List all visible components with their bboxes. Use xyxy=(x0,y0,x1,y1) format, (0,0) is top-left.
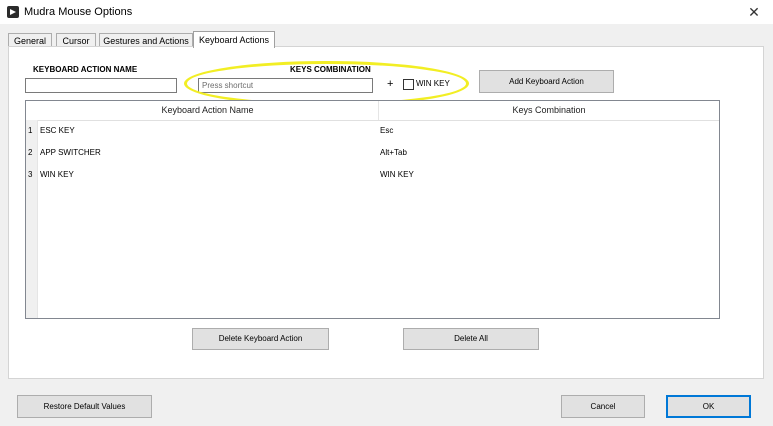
ok-button[interactable]: OK xyxy=(666,395,751,418)
row-number: 1 xyxy=(28,126,33,135)
row-action-name: WIN KEY xyxy=(40,170,74,179)
tab-keyboard-actions[interactable]: Keyboard Actions xyxy=(193,31,275,48)
delete-all-button[interactable]: Delete All xyxy=(403,328,539,350)
row-action-name: APP SWITCHER xyxy=(40,148,101,157)
action-name-input[interactable] xyxy=(25,78,177,93)
delete-keyboard-action-label: Delete Keyboard Action xyxy=(218,334,303,343)
shortcut-input[interactable]: Press shortcut xyxy=(198,78,373,93)
add-keyboard-action-button[interactable]: Add Keyboard Action xyxy=(479,70,614,93)
delete-all-label: Delete All xyxy=(454,334,488,343)
plus-sign: + xyxy=(387,78,394,90)
app-logo-icon xyxy=(7,6,19,18)
row-number: 3 xyxy=(28,170,33,179)
keys-combination-label: KEYS COMBINATION xyxy=(290,65,371,74)
cancel-button[interactable]: Cancel xyxy=(561,395,645,418)
window-title: Mudra Mouse Options xyxy=(24,6,133,18)
table-row[interactable]: 1 ESC KEY Esc xyxy=(26,120,719,142)
add-keyboard-action-label: Add Keyboard Action xyxy=(509,77,584,86)
keyboard-actions-table[interactable]: Keyboard Action Name Keys Combination 1 … xyxy=(25,100,720,319)
row-action-name: ESC KEY xyxy=(40,126,75,135)
row-keys-combination: Alt+Tab xyxy=(380,148,407,157)
row-keys-combination: Esc xyxy=(380,126,394,135)
ok-label: OK xyxy=(702,402,715,411)
title-bar: Mudra Mouse Options ✕ xyxy=(0,0,773,24)
close-icon[interactable]: ✕ xyxy=(738,2,770,22)
win-key-label: WIN KEY xyxy=(416,79,450,88)
action-name-label: KEYBOARD ACTION NAME xyxy=(33,65,138,74)
row-keys-combination: WIN KEY xyxy=(380,170,414,179)
column-header-keys-combination[interactable]: Keys Combination xyxy=(379,101,719,120)
win-key-checkbox[interactable] xyxy=(403,79,414,90)
table-row[interactable]: 2 APP SWITCHER Alt+Tab xyxy=(26,142,719,164)
restore-default-values-button[interactable]: Restore Default Values xyxy=(17,395,152,418)
column-header-action-name[interactable]: Keyboard Action Name xyxy=(37,101,378,120)
row-number: 2 xyxy=(28,148,33,157)
cancel-label: Cancel xyxy=(590,402,616,411)
table-row[interactable]: 3 WIN KEY WIN KEY xyxy=(26,164,719,186)
restore-default-values-label: Restore Default Values xyxy=(43,402,126,411)
table-header: Keyboard Action Name Keys Combination xyxy=(26,101,719,121)
delete-keyboard-action-button[interactable]: Delete Keyboard Action xyxy=(192,328,329,350)
